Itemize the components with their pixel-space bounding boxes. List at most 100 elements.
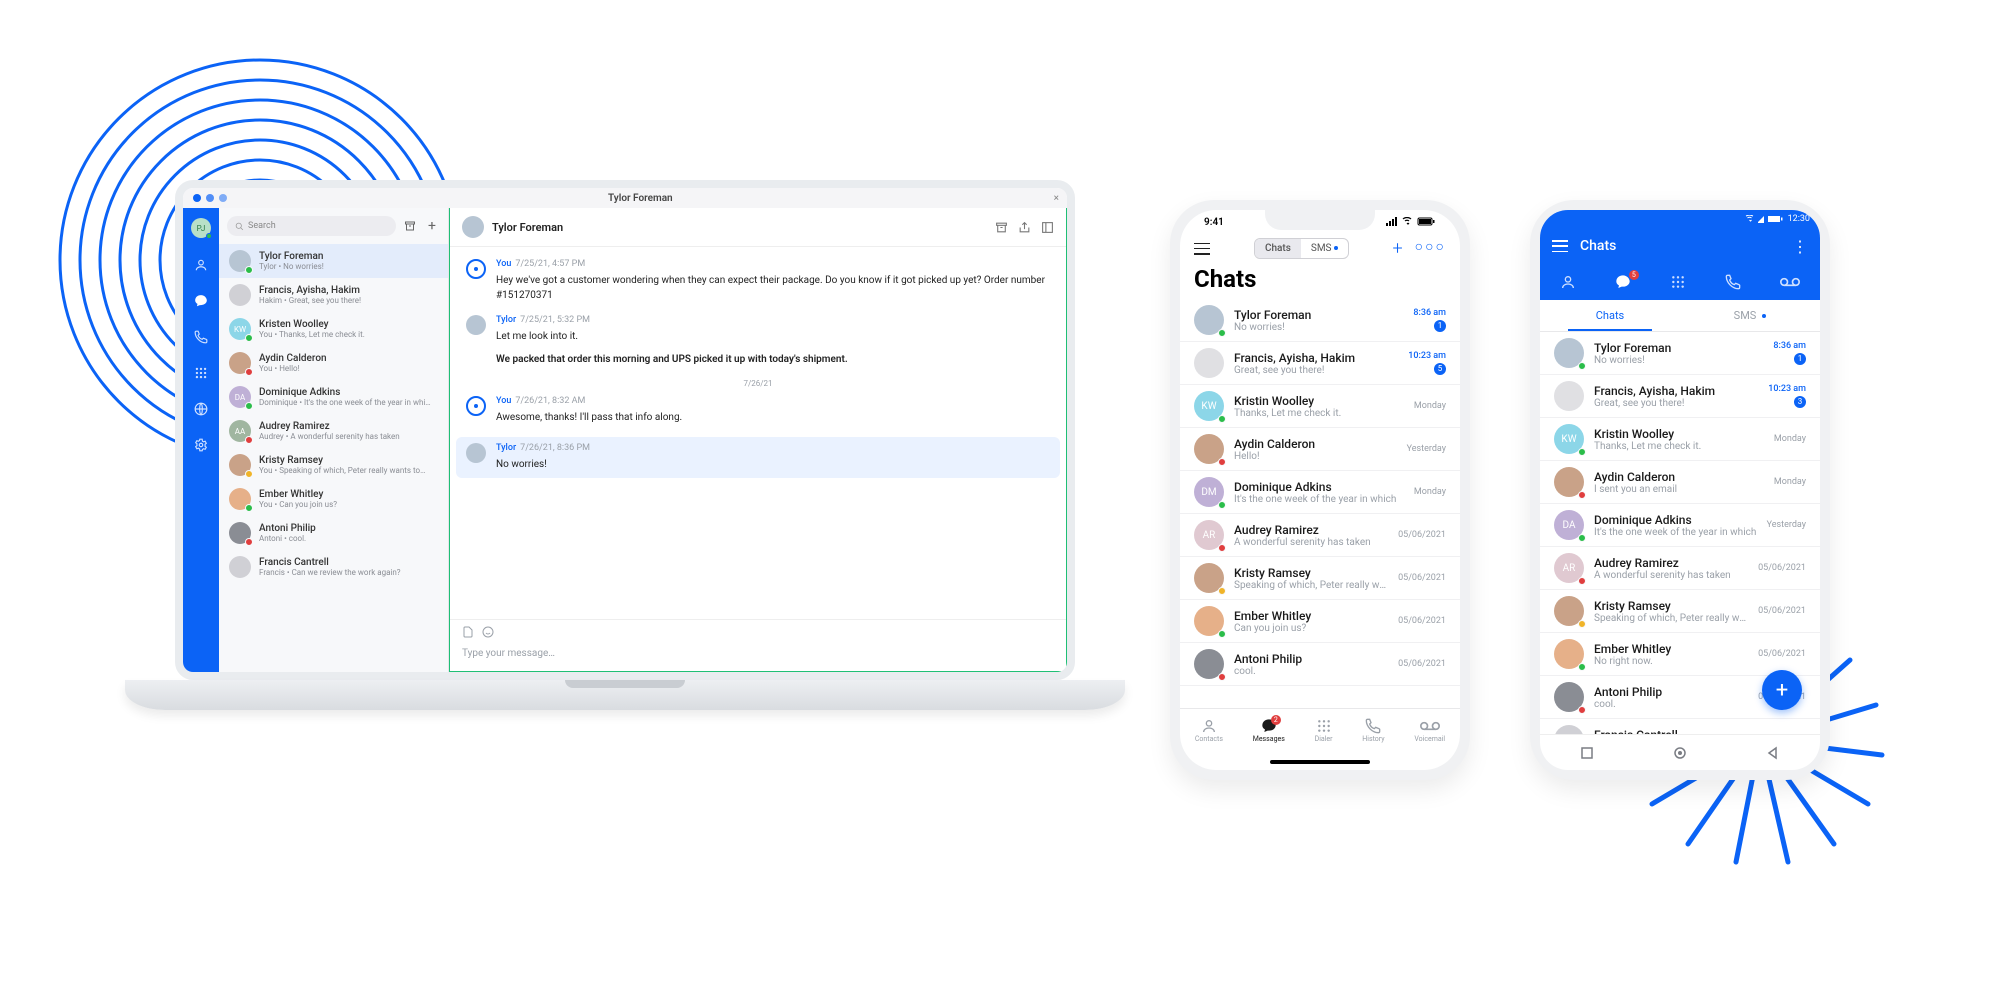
tabbar-voicemail[interactable]: Voicemail bbox=[1414, 718, 1445, 743]
more-icon[interactable]: ⋮ bbox=[1792, 237, 1808, 256]
dialpad-icon[interactable] bbox=[192, 364, 210, 382]
tabbar-history[interactable]: History bbox=[1362, 718, 1384, 743]
nav-home[interactable] bbox=[1673, 746, 1687, 760]
chat-name: Antoni Philip bbox=[1594, 685, 1748, 699]
chat-icon[interactable] bbox=[192, 292, 210, 310]
tab-chats[interactable]: Chats bbox=[1255, 239, 1301, 258]
chat-row[interactable]: Francis, Ayisha, HakimGreat, see you the… bbox=[1540, 375, 1820, 418]
chat-row[interactable]: KW Kristin WoolleyThanks, Let me check i… bbox=[1180, 385, 1460, 428]
dialpad-icon[interactable] bbox=[1670, 274, 1686, 290]
conversation-name: Kristen Woolley bbox=[259, 319, 438, 330]
avatar bbox=[1554, 725, 1584, 734]
chat-row[interactable]: Aydin CalderonI sent you an email Monday bbox=[1540, 461, 1820, 504]
fab-new-chat[interactable]: + bbox=[1762, 670, 1802, 710]
chat-time: 8:36 am bbox=[1413, 308, 1446, 318]
chat-row[interactable]: Tylor ForemanNo worries! 8:36 am1 bbox=[1540, 332, 1820, 375]
more-icon[interactable]: ○○○ bbox=[1415, 238, 1446, 259]
chat-row[interactable]: AR Audrey RamirezA wonderful serenity ha… bbox=[1180, 514, 1460, 557]
tab-sms[interactable]: SMS bbox=[1680, 300, 1820, 331]
conversation-item[interactable]: AA Audrey RamirezAudrey • A wonderful se… bbox=[219, 414, 448, 448]
tab-chats[interactable]: Chats bbox=[1540, 300, 1680, 331]
chat-icon[interactable]: 5 bbox=[1615, 274, 1631, 290]
expand-icon[interactable] bbox=[1041, 221, 1054, 234]
chat-row[interactable]: Francis, Ayisha, HakimGreat, see you the… bbox=[1180, 342, 1460, 385]
tab-sms[interactable]: SMS bbox=[1301, 239, 1348, 258]
avatar bbox=[1194, 305, 1224, 335]
chat-row[interactable]: AR Audrey RamirezA wonderful serenity ha… bbox=[1540, 547, 1820, 590]
window-close-dot[interactable] bbox=[193, 194, 201, 202]
ios-home-indicator[interactable] bbox=[1270, 760, 1370, 764]
chat-time: 05/06/2021 bbox=[1758, 563, 1806, 573]
conversation-preview: Hakim • Great, see you there! bbox=[259, 296, 438, 305]
conversation-item[interactable]: Aydin CalderonYou • Hello! bbox=[219, 346, 448, 380]
chat-sms-toggle[interactable]: Chats SMS bbox=[1254, 238, 1349, 259]
android-appbar: Chats ⋮ bbox=[1540, 228, 1820, 264]
chat-row[interactable]: DM Dominique AdkinsIt's the one week of … bbox=[1180, 471, 1460, 514]
chat-row[interactable]: DA Dominique AdkinsIt's the one week of … bbox=[1540, 504, 1820, 547]
avatar: KW bbox=[1194, 391, 1224, 421]
menu-icon[interactable] bbox=[1194, 243, 1210, 255]
settings-icon[interactable] bbox=[192, 436, 210, 454]
status-badge bbox=[245, 436, 253, 444]
call-icon[interactable] bbox=[192, 328, 210, 346]
thread-avatar bbox=[462, 216, 484, 238]
menu-icon[interactable] bbox=[1552, 240, 1568, 252]
appbar-title: Chats bbox=[1580, 238, 1780, 254]
conversation-item[interactable]: Ember WhitleyYou • Can you join us? bbox=[219, 482, 448, 516]
chat-name: Dominique Adkins bbox=[1234, 480, 1404, 494]
share-icon[interactable] bbox=[1018, 221, 1031, 234]
conversation-item[interactable]: DA Dominique AdkinsDominique • It's the … bbox=[219, 380, 448, 414]
chat-name: Kristin Woolley bbox=[1234, 394, 1404, 408]
message-author: You bbox=[496, 259, 511, 269]
new-chat-button[interactable]: + bbox=[424, 218, 440, 234]
conversation-item[interactable]: Kristy RamseyYou • Speaking of which, Pe… bbox=[219, 448, 448, 482]
message-text: We packed that order this morning and UP… bbox=[496, 352, 1050, 367]
conversation-item[interactable]: KW Kristen WoolleyYou • Thanks, Let me c… bbox=[219, 312, 448, 346]
status-badge bbox=[1578, 362, 1586, 370]
page-title: Chats bbox=[1180, 263, 1460, 299]
chat-row[interactable]: Antoni Philipcool. 05/06/2021 bbox=[1180, 643, 1460, 686]
conversation-item[interactable]: Antoni PhilipAntoni • cool. bbox=[219, 516, 448, 550]
archive-icon[interactable] bbox=[402, 218, 418, 234]
globe-icon[interactable] bbox=[192, 400, 210, 418]
window-close-x[interactable]: × bbox=[1054, 193, 1067, 204]
chat-time: Yesterday bbox=[1407, 444, 1446, 454]
conversation-item[interactable]: Francis, Ayisha, HakimHakim • Great, see… bbox=[219, 278, 448, 312]
attach-file-icon[interactable] bbox=[462, 626, 474, 638]
contacts-icon[interactable] bbox=[1560, 274, 1576, 290]
window-min-dot[interactable] bbox=[206, 194, 214, 202]
contacts-icon[interactable] bbox=[192, 256, 210, 274]
window-max-dot[interactable] bbox=[219, 194, 227, 202]
status-badge bbox=[1218, 501, 1226, 509]
chat-row[interactable]: Tylor ForemanNo worries! 8:36 am1 bbox=[1180, 299, 1460, 342]
chat-row[interactable]: KW Kristin WoolleyThanks, Let me check i… bbox=[1540, 418, 1820, 461]
chat-time: Monday bbox=[1414, 401, 1446, 411]
chat-preview: Thanks, Let me check it. bbox=[1594, 441, 1764, 452]
nav-back[interactable] bbox=[1766, 746, 1780, 760]
tabbar-messages[interactable]: 2 Messages bbox=[1253, 718, 1285, 743]
conversation-item[interactable]: Tylor ForemanTylor • No worries! bbox=[219, 244, 448, 278]
new-chat-button[interactable]: + bbox=[1392, 238, 1402, 259]
chat-time: 8:36 am bbox=[1773, 341, 1806, 351]
voicemail-icon[interactable] bbox=[1780, 276, 1800, 288]
chat-row[interactable]: Kristy RamseySpeaking of which, Peter re… bbox=[1540, 590, 1820, 633]
tabbar-dialer[interactable]: Dialer bbox=[1315, 718, 1333, 743]
user-avatar[interactable]: PJ bbox=[191, 218, 211, 238]
archive-icon[interactable] bbox=[995, 221, 1008, 234]
status-badge bbox=[1578, 534, 1586, 542]
emoji-icon[interactable] bbox=[482, 626, 494, 638]
chat-row[interactable]: Ember WhitleyCan you join us? 05/06/2021 bbox=[1180, 600, 1460, 643]
chat-row[interactable]: Aydin CalderonHello! Yesterday bbox=[1180, 428, 1460, 471]
chat-row[interactable]: Francis CantrellA wonderful serenity has… bbox=[1540, 719, 1820, 734]
chat-row[interactable]: Kristy RamseySpeaking of which, Peter re… bbox=[1180, 557, 1460, 600]
search-input[interactable]: Search bbox=[227, 216, 396, 236]
chat-preview: cool. bbox=[1234, 666, 1388, 677]
call-history-icon[interactable] bbox=[1725, 274, 1741, 290]
compose-input[interactable]: Type your message… bbox=[462, 642, 1054, 665]
chat-time: 05/06/2021 bbox=[1398, 659, 1446, 669]
conversation-item[interactable]: Francis CantrellFrancis • Can we review … bbox=[219, 550, 448, 584]
tabbar-contacts[interactable]: Contacts bbox=[1195, 718, 1223, 743]
status-badge bbox=[1578, 577, 1586, 585]
chat-preview: I sent you an email bbox=[1594, 484, 1764, 495]
nav-recents[interactable] bbox=[1580, 746, 1594, 760]
